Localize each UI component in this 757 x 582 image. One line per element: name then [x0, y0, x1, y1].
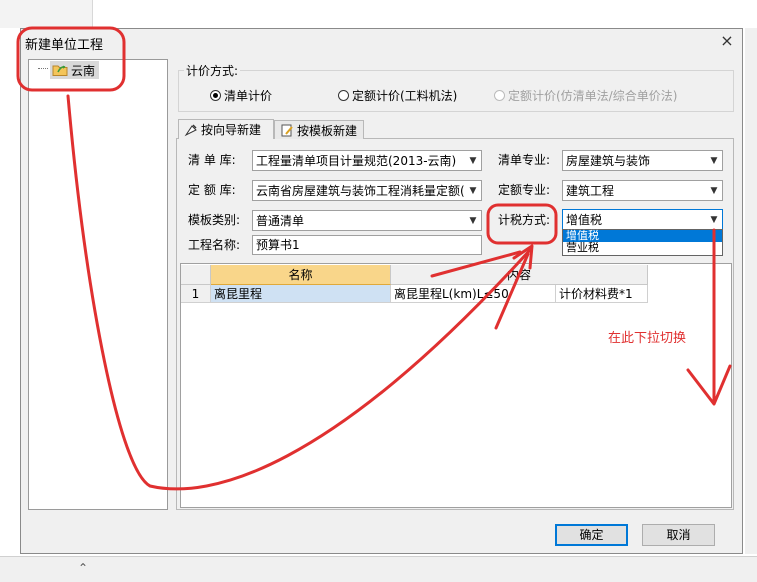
radio-label: 定额计价(仿清单法/综合单价法) [508, 89, 678, 103]
chevron-down-icon: ▼ [469, 185, 477, 196]
background-window-edge [745, 28, 757, 554]
chevron-down-icon: ▼ [710, 214, 718, 225]
radio-quota-imitation[interactable]: 定额计价(仿清单法/综合单价法) [494, 87, 677, 104]
tree-item-label: 云南 [71, 63, 96, 78]
tab-template[interactable]: 按模板新建 [274, 120, 364, 139]
background-window-bottom [0, 556, 757, 582]
list-major-select[interactable]: 房屋建筑与装饰 ▼ [562, 150, 723, 171]
ok-button[interactable]: 确定 [555, 524, 628, 546]
pricing-method-legend: 计价方式: [184, 62, 241, 79]
tax-option-business[interactable]: 营业税 [563, 242, 722, 254]
template-icon [281, 124, 293, 137]
list-major-label: 清单专业: [498, 153, 551, 167]
quota-major-select[interactable]: 建筑工程 ▼ [562, 180, 723, 201]
select-value: 云南省房屋建筑与装饰工程消耗量定额( [256, 184, 465, 198]
list-lib-select[interactable]: 工程量清单项目计量规范(2013-云南) ▼ [252, 150, 482, 171]
cancel-button[interactable]: 取消 [642, 524, 715, 546]
row-number: 1 [181, 285, 211, 303]
quota-major-label: 定额专业: [498, 183, 551, 197]
radio-indicator [494, 90, 505, 101]
dialog-title: 新建单位工程 [25, 38, 104, 53]
tab-label: 按模板新建 [297, 123, 358, 138]
select-value: 建筑工程 [566, 184, 615, 198]
wizard-icon [184, 124, 197, 136]
template-label: 模板类别: [188, 213, 241, 227]
tree-item-yunnan[interactable]: 云南 [50, 61, 100, 79]
background-window-strip [0, 0, 93, 28]
tax-method-select[interactable]: 增值税 ▼ [562, 209, 723, 230]
radio-indicator [338, 90, 349, 101]
folder-icon [52, 65, 68, 76]
radio-list-pricing[interactable]: 清单计价 [210, 87, 272, 104]
annotation-text: 在此下拉切换 [608, 331, 687, 346]
close-icon[interactable]: × [718, 32, 736, 50]
radio-label: 定额计价(工料机法) [352, 89, 458, 103]
column-header-name[interactable]: 名称 [211, 265, 391, 285]
radio-label: 清单计价 [224, 89, 273, 103]
cell-content-formula[interactable]: 计价材料费*1 [556, 285, 648, 303]
template-select[interactable]: 普通清单 ▼ [252, 210, 482, 231]
tax-method-dropdown[interactable]: 增值税 营业税 [562, 229, 723, 256]
scroll-up-icon[interactable]: ⌃ [78, 561, 88, 575]
column-header-content[interactable]: 内容 [391, 265, 648, 285]
project-name-label: 工程名称: [188, 238, 241, 252]
select-value: 普通清单 [256, 214, 305, 228]
select-value: 增值税 [566, 213, 603, 227]
quota-lib-label: 定 额 库: [188, 183, 236, 197]
radio-indicator [210, 90, 221, 101]
region-tree[interactable] [28, 59, 168, 510]
select-value: 工程量清单项目计量规范(2013-云南) [256, 154, 457, 168]
project-name-input[interactable]: 预算书1 [252, 235, 482, 255]
tab-wizard[interactable]: 按向导新建 [178, 119, 274, 139]
list-lib-label: 清 单 库: [188, 153, 236, 167]
chevron-down-icon: ▼ [710, 155, 718, 166]
quota-lib-select[interactable]: 云南省房屋建筑与装饰工程消耗量定额( ▼ [252, 180, 482, 201]
select-value: 房屋建筑与装饰 [566, 154, 651, 168]
cell-content[interactable]: 离昆里程L(km)L≤50 [391, 285, 556, 303]
radio-quota-labor[interactable]: 定额计价(工料机法) [338, 87, 457, 104]
cell-name[interactable]: 离昆里程 [211, 285, 391, 303]
grid-corner [181, 265, 211, 285]
tab-label: 按向导新建 [201, 123, 262, 137]
tree-connector [38, 68, 48, 69]
chevron-down-icon: ▼ [469, 155, 477, 166]
tax-label: 计税方式: [498, 213, 551, 227]
chevron-down-icon: ▼ [469, 215, 477, 226]
chevron-down-icon: ▼ [710, 185, 718, 196]
